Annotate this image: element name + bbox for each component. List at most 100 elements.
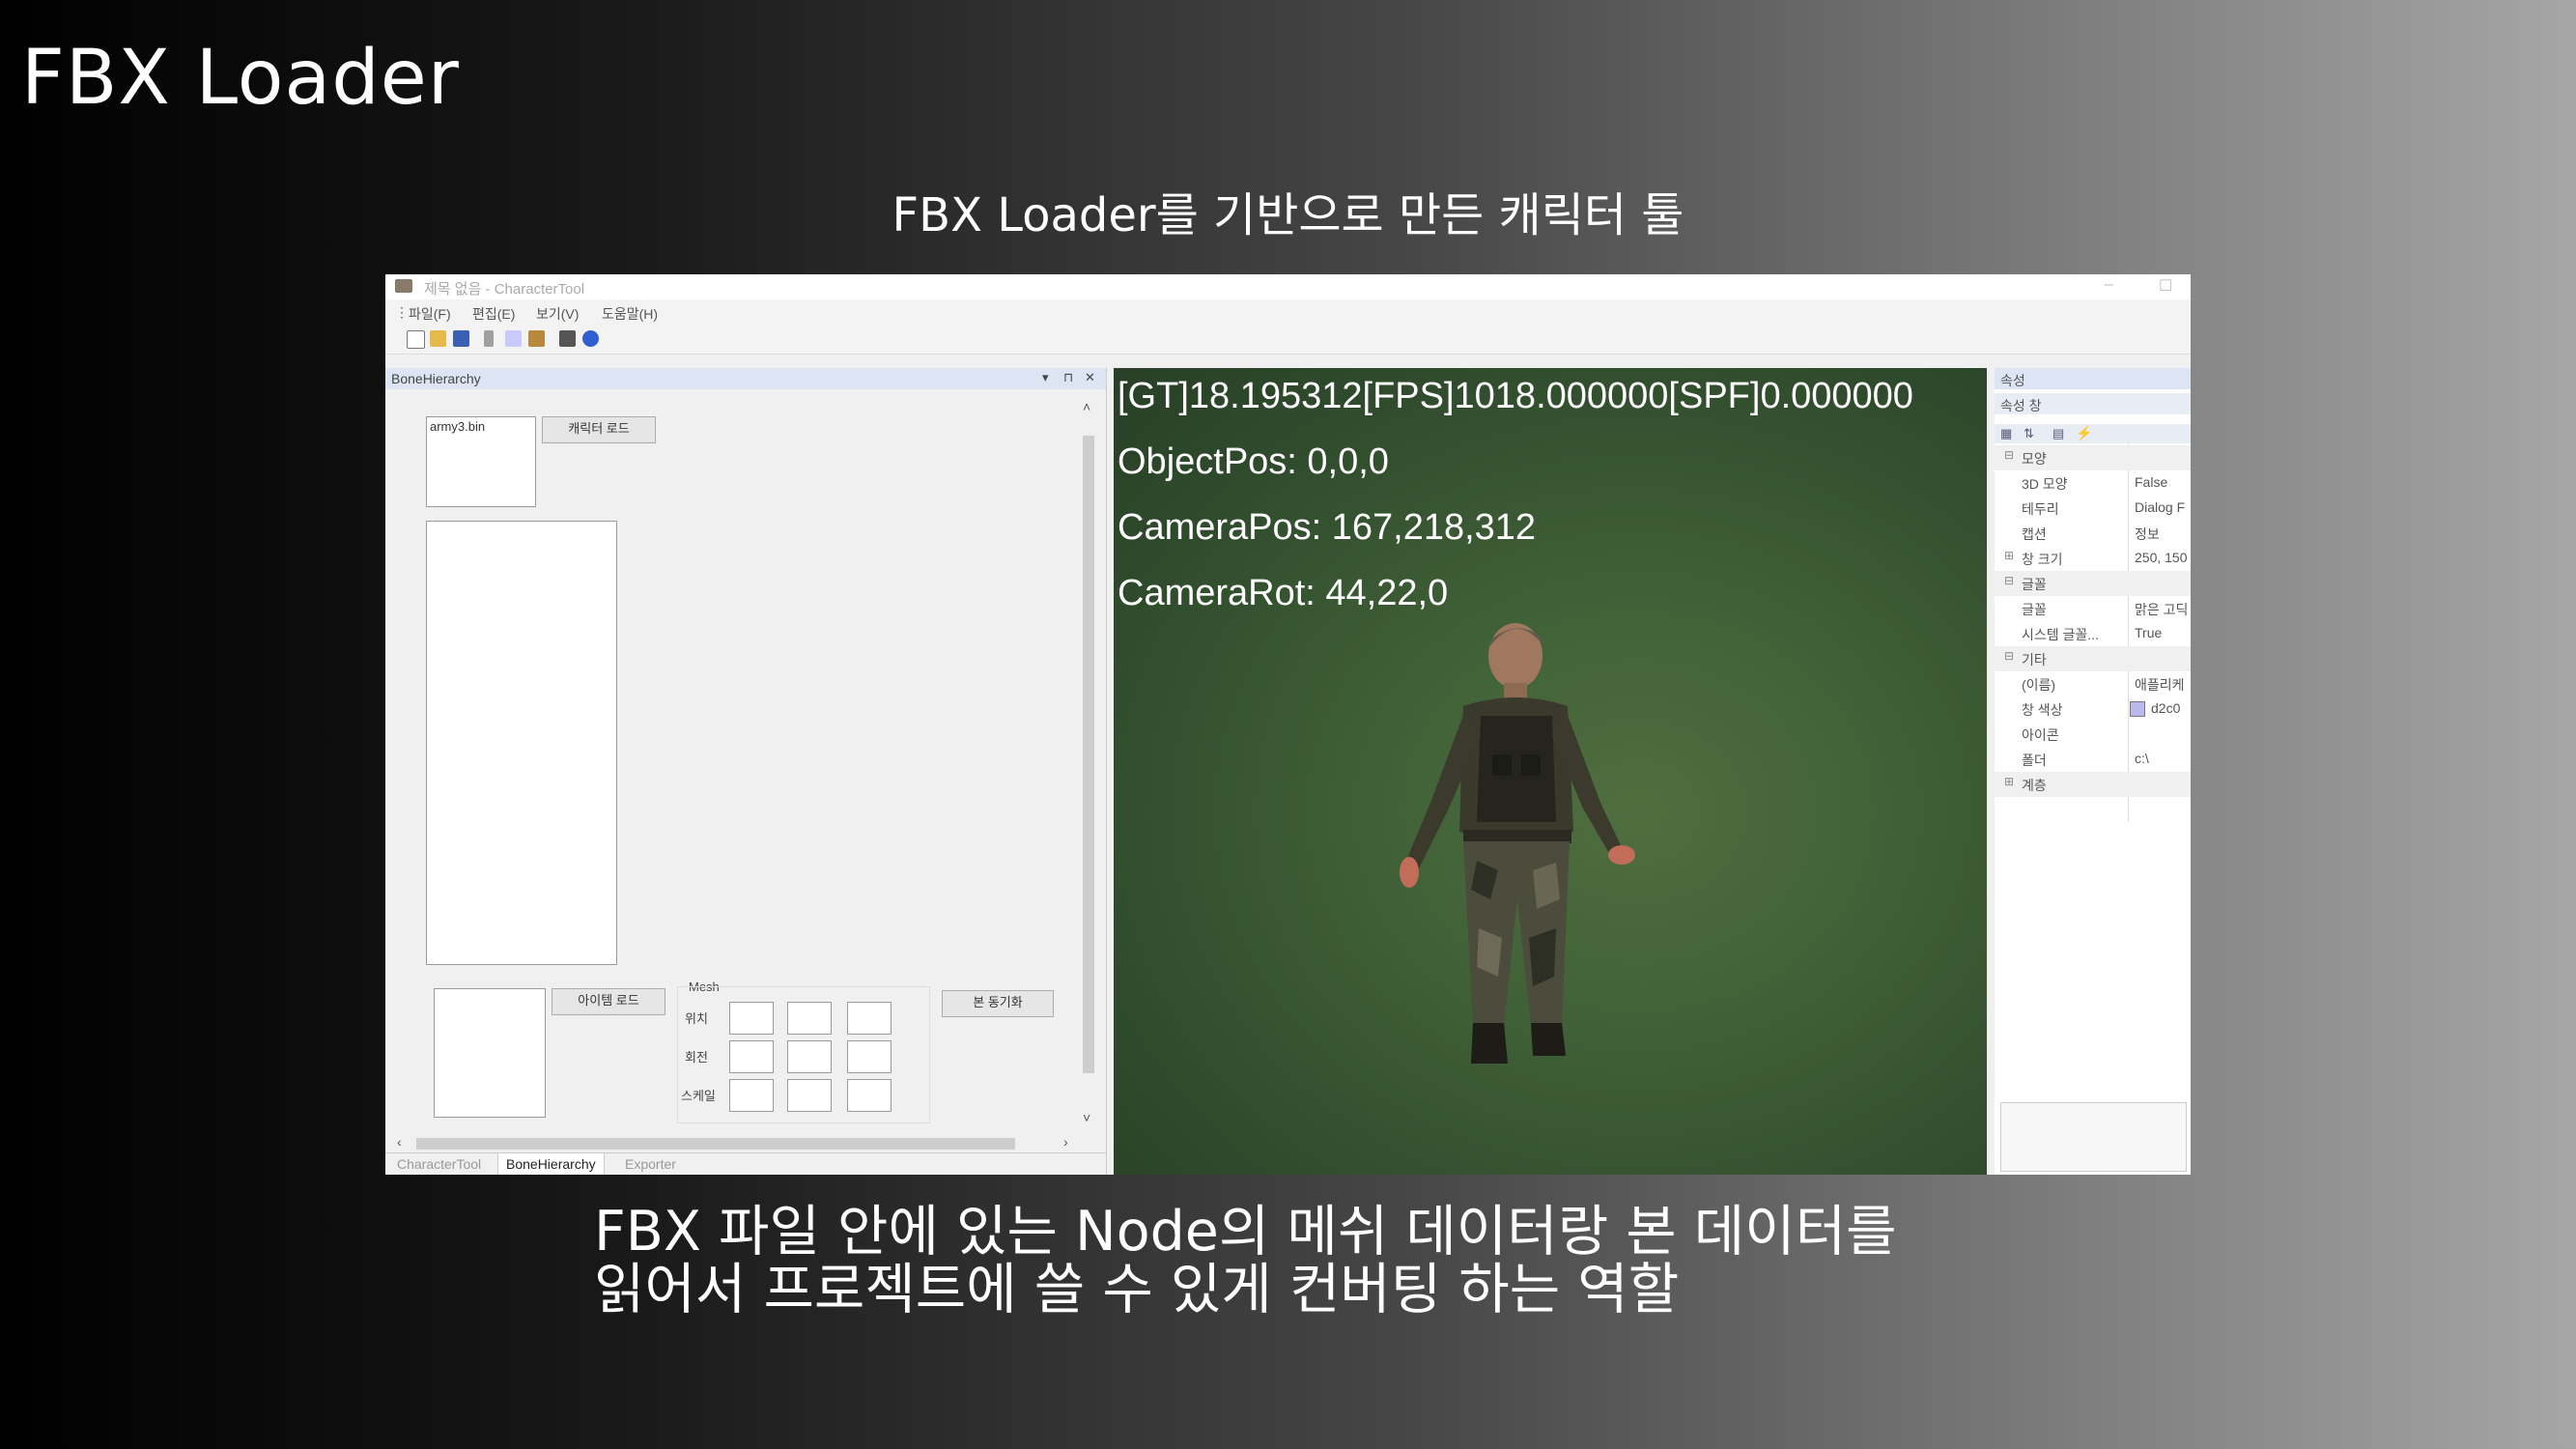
mesh-rotation-z-field[interactable] [847, 1040, 892, 1073]
mesh-rotation-x-field[interactable] [729, 1040, 774, 1073]
property-value[interactable]: True [2135, 625, 2162, 640]
mesh-scale-y-field[interactable] [787, 1079, 832, 1112]
file-list[interactable]: army3.bin [426, 416, 536, 507]
property-key: 글꼴 [2022, 602, 2047, 617]
open-folder-icon[interactable] [430, 330, 446, 347]
property-row[interactable]: ⊞ 창 크기 250, 150 [1995, 546, 2191, 571]
menu-bar: ⋮ 파일(F) 편집(E) 보기(V) 도움말(H) [385, 299, 2191, 325]
property-row[interactable]: 글꼴 맑은 고딕 [1995, 596, 2191, 621]
load-character-button[interactable]: 캐릭터 로드 [542, 416, 656, 443]
menu-file[interactable]: 파일(F) [409, 304, 451, 324]
menu-help[interactable]: 도움말(H) [602, 304, 658, 324]
vertical-scrollbar[interactable]: ˄ ˅ [1079, 397, 1098, 1131]
property-row[interactable]: 창 색상 d2c0 [1995, 696, 2191, 722]
horizontal-scrollbar[interactable]: ‹ › [395, 1133, 1083, 1152]
property-category[interactable]: ⊞ 계층 [1995, 772, 2191, 797]
property-value[interactable]: 250, 150 [2135, 550, 2188, 565]
property-value[interactable]: Dialog F [2135, 499, 2185, 515]
expand-icon[interactable]: ⊞ [2004, 775, 2014, 788]
property-pages-icon[interactable]: ▤ [2052, 426, 2064, 441]
property-category[interactable]: ⊟ 기타 [1995, 646, 2191, 671]
scroll-left-icon[interactable]: ‹ [397, 1134, 402, 1150]
property-key: 폴더 [2022, 753, 2047, 768]
panel-tabs: CharacterTool BoneHierarchy Exporter [385, 1152, 1106, 1175]
property-value[interactable]: c:\ [2135, 751, 2149, 766]
property-row[interactable]: 시스템 글꼴... True [1995, 621, 2191, 646]
bone-sync-button[interactable]: 본 동기화 [942, 990, 1054, 1017]
property-value[interactable]: False [2135, 474, 2167, 490]
mesh-position-x-field[interactable] [729, 1002, 774, 1035]
properties-header: 속성 [1995, 368, 2191, 389]
horizontal-scroll-thumb[interactable] [416, 1138, 1015, 1150]
scroll-right-icon[interactable]: › [1063, 1134, 1068, 1150]
property-value[interactable]: 애플리케 [2135, 675, 2185, 695]
minimize-icon[interactable]: – [2105, 276, 2113, 294]
vertical-scroll-thumb[interactable] [1083, 436, 1094, 1073]
property-value[interactable]: d2c0 [2151, 700, 2180, 716]
tab-exporter[interactable]: Exporter [625, 1156, 676, 1172]
property-row[interactable]: 테두리 Dialog F [1995, 496, 2191, 521]
mesh-row-label-scale: 스케일 [681, 1089, 716, 1103]
properties-panel: 속성 속성 창 ▦ ⇅ ▤ ⚡ ⊟ 모양 3D 모양 False 테두리 Dialog F… [1995, 368, 2191, 1175]
fps-stats: [GT]18.195312[FPS]1018.000000[SPF]0.0000… [1118, 376, 1913, 416]
events-icon[interactable]: ⚡ [2076, 425, 2092, 441]
property-row[interactable]: (이름) 애플리케 [1995, 671, 2191, 696]
mesh-position-y-field[interactable] [787, 1002, 832, 1035]
pin-icon[interactable]: ⊓ [1063, 370, 1073, 385]
property-row[interactable]: 캡션 정보 [1995, 521, 2191, 546]
paste-icon[interactable] [528, 330, 545, 347]
properties-toolbar: ▦ ⇅ ▤ ⚡ [1995, 424, 2191, 443]
property-row[interactable]: 폴더 c:\ [1995, 747, 2191, 772]
properties-subheader-label: 속성 창 [2000, 398, 2042, 413]
properties-header-label: 속성 [2000, 373, 2025, 388]
toolbar [385, 325, 2191, 355]
menu-view[interactable]: 보기(V) [536, 304, 579, 324]
load-item-button[interactable]: 아이템 로드 [552, 988, 665, 1015]
menu-grip-icon: ⋮ [395, 304, 409, 320]
property-row[interactable]: 3D 모양 False [1995, 470, 2191, 496]
collapse-icon[interactable]: ⊟ [2004, 574, 2014, 587]
item-preview-box[interactable] [434, 988, 546, 1118]
help-icon[interactable] [582, 330, 599, 347]
property-value[interactable]: 정보 [2135, 525, 2160, 544]
save-icon[interactable] [453, 330, 469, 347]
property-value[interactable]: 맑은 고딕 [2135, 600, 2188, 619]
slide-title: FBX Loader [21, 35, 460, 122]
property-category[interactable]: ⊟ 모양 [1995, 445, 2191, 470]
expand-icon[interactable]: ⊞ [2004, 549, 2014, 562]
property-row[interactable]: 아이콘 [1995, 722, 2191, 747]
slide-caption: FBX 파일 안에 있는 Node의 메쉬 데이터랑 본 데이터를 읽어서 프로… [594, 1203, 1897, 1319]
scroll-down-icon[interactable]: ˅ [1083, 1110, 1090, 1125]
mesh-scale-x-field[interactable] [729, 1079, 774, 1112]
menu-edit[interactable]: 편집(E) [472, 304, 515, 324]
close-icon[interactable]: ✕ [1085, 370, 1095, 385]
tab-charactertool[interactable]: CharacterTool [397, 1156, 481, 1172]
mesh-rotation-y-field[interactable] [787, 1040, 832, 1073]
panel-title: BoneHierarchy [391, 371, 481, 386]
dropdown-icon[interactable]: ▾ [1042, 370, 1049, 385]
new-file-icon[interactable] [407, 330, 425, 349]
slide-subtitle: FBX Loader를 기반으로 만든 캐릭터 툴 [892, 188, 1684, 242]
mesh-row-label-position: 위치 [685, 1011, 708, 1026]
bone-tree-view[interactable] [426, 521, 617, 965]
copy-icon[interactable] [505, 330, 522, 347]
app-icon [395, 279, 412, 293]
file-list-item[interactable]: army3.bin [430, 419, 485, 434]
property-key: 창 크기 [2022, 552, 2063, 567]
sort-alpha-icon[interactable]: ⇅ [2024, 426, 2034, 441]
categorized-icon[interactable]: ▦ [2000, 426, 2012, 441]
maximize-icon[interactable]: ☐ [2159, 276, 2172, 296]
print-icon[interactable] [559, 330, 576, 347]
3d-viewport[interactable]: [GT]18.195312[FPS]1018.000000[SPF]0.0000… [1114, 368, 1987, 1175]
property-key: 모양 [2022, 451, 2047, 467]
scroll-up-icon[interactable]: ˄ [1083, 399, 1090, 414]
color-swatch[interactable] [2130, 701, 2145, 717]
collapse-icon[interactable]: ⊟ [2004, 649, 2014, 663]
property-category[interactable]: ⊟ 글꼴 [1995, 571, 2191, 596]
collapse-icon[interactable]: ⊟ [2004, 448, 2014, 462]
window-titlebar: 제목 없음 - CharacterTool – ☐ [385, 274, 2191, 299]
mesh-position-z-field[interactable] [847, 1002, 892, 1035]
tab-bonehierarchy[interactable]: BoneHierarchy [497, 1153, 605, 1175]
mesh-scale-z-field[interactable] [847, 1079, 892, 1112]
cut-icon[interactable] [484, 330, 494, 347]
